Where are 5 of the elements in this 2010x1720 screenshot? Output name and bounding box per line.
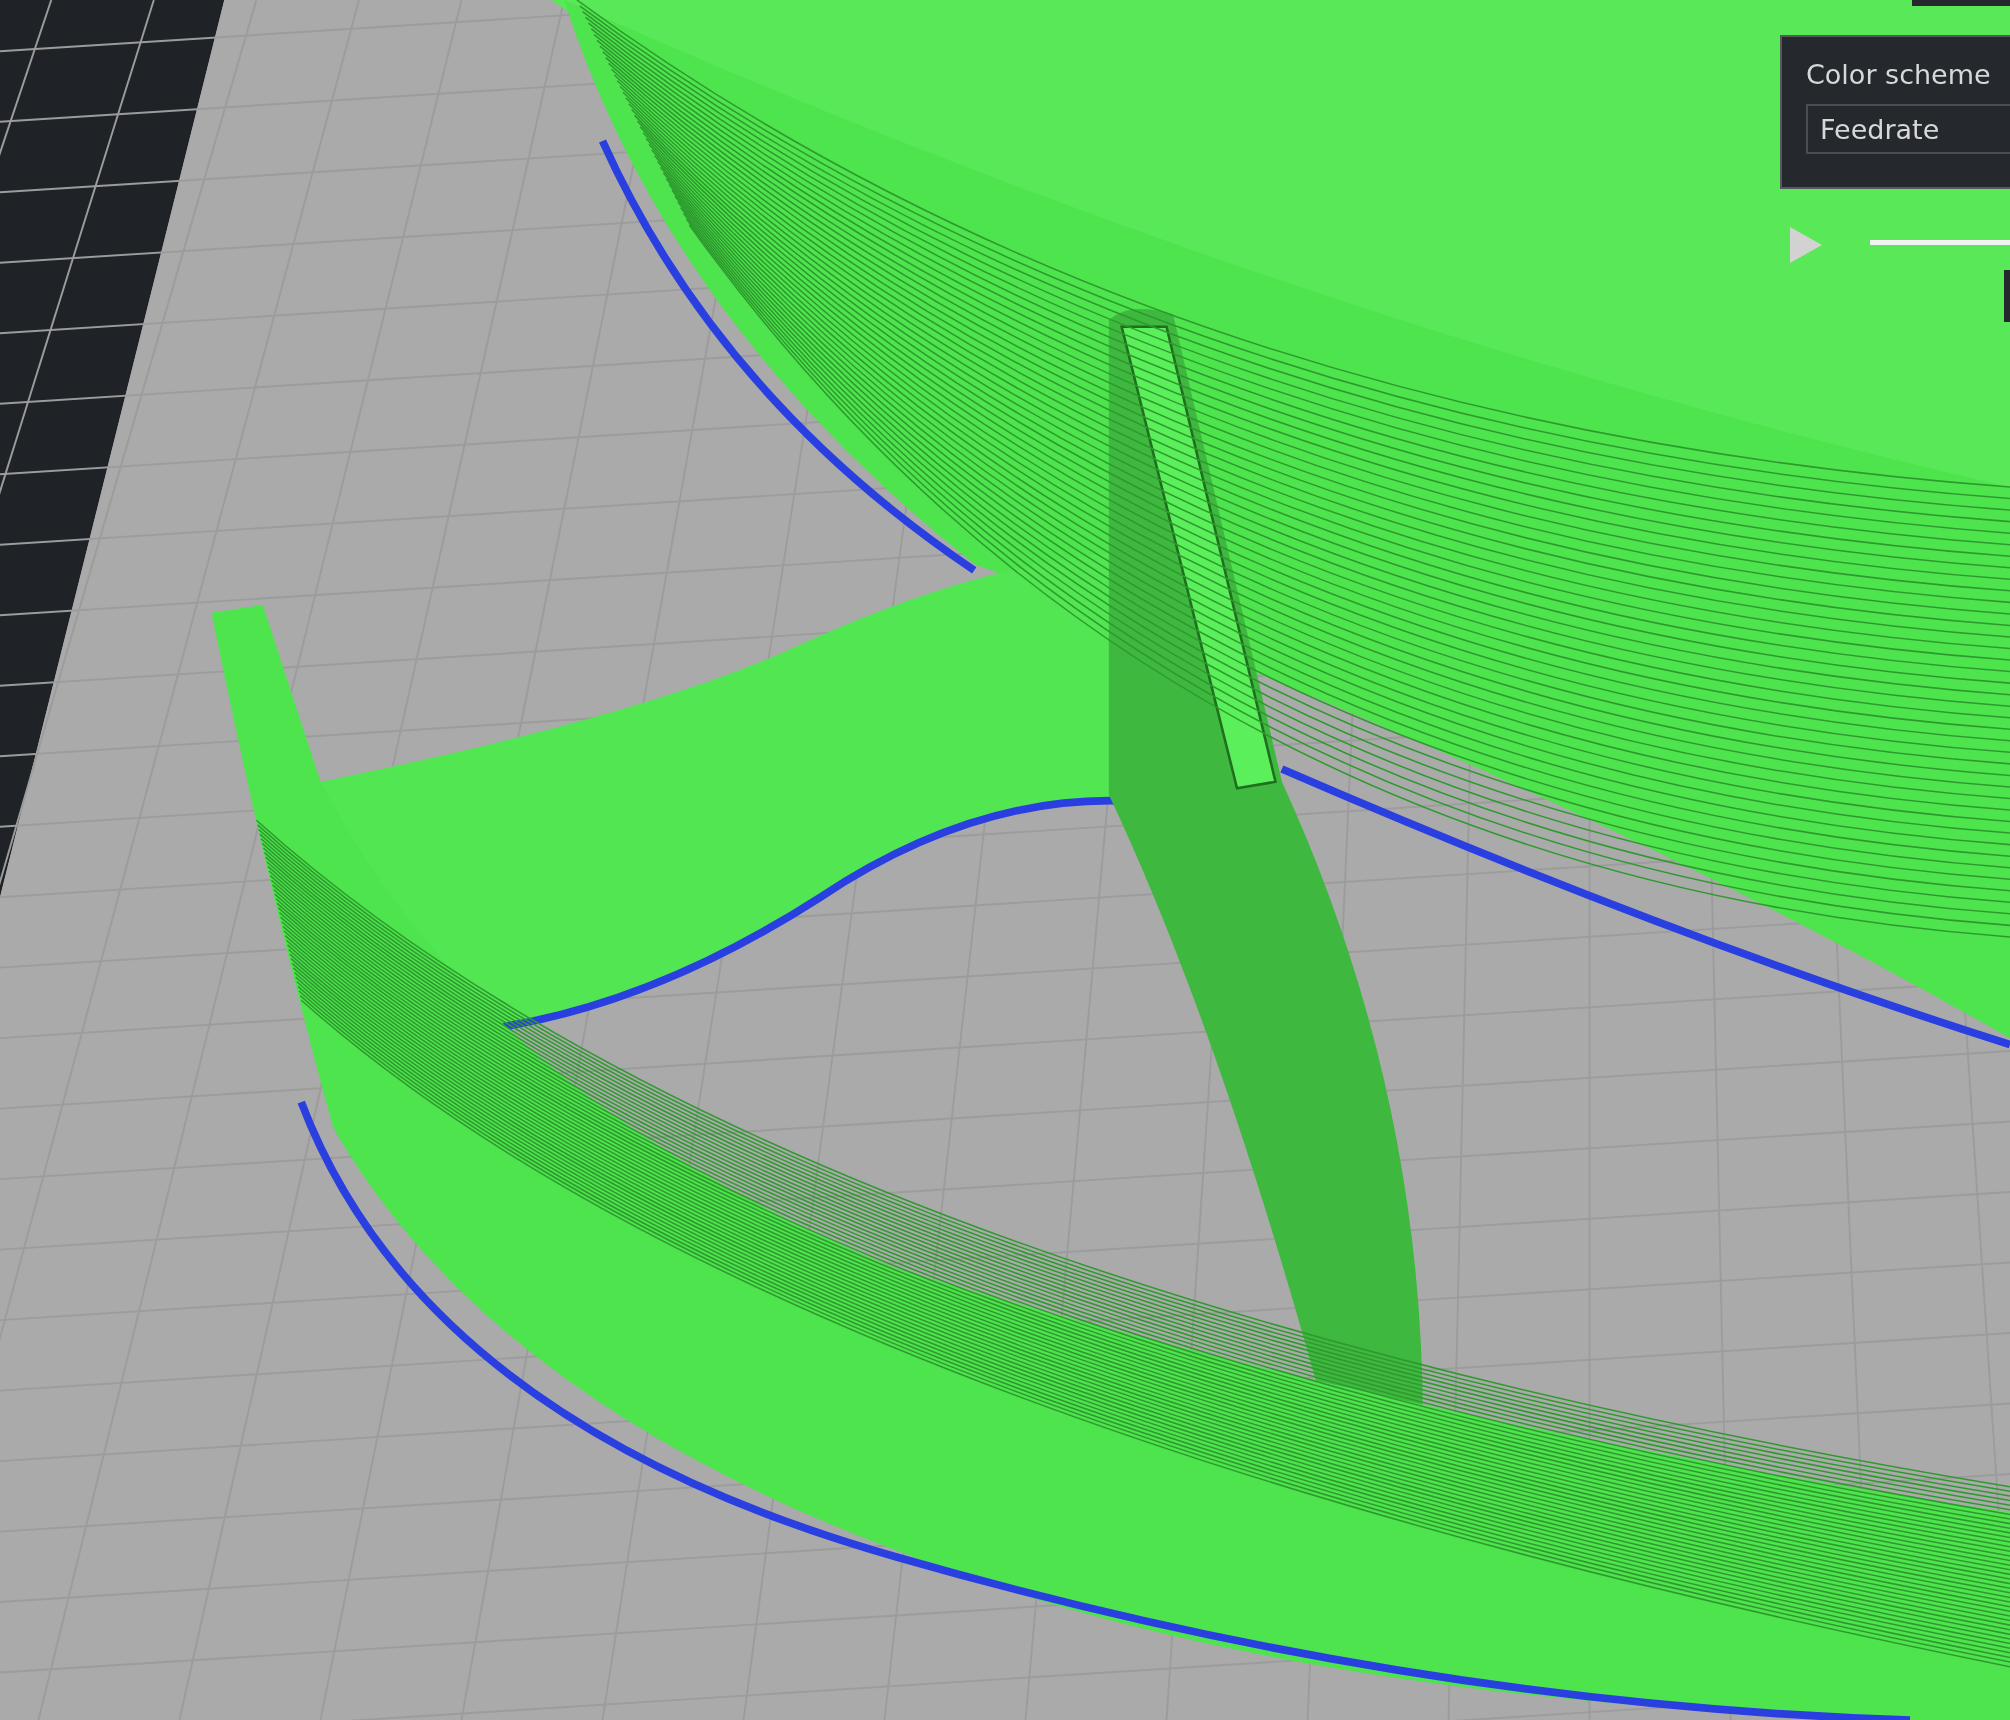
color-scheme-label: Color scheme bbox=[1806, 59, 1992, 90]
play-button[interactable] bbox=[1788, 225, 1824, 265]
simulation-slider-track[interactable] bbox=[1870, 240, 2010, 245]
color-scheme-dropdown[interactable]: Feedrate bbox=[1806, 104, 2010, 154]
slider-handle[interactable] bbox=[2004, 270, 2010, 322]
